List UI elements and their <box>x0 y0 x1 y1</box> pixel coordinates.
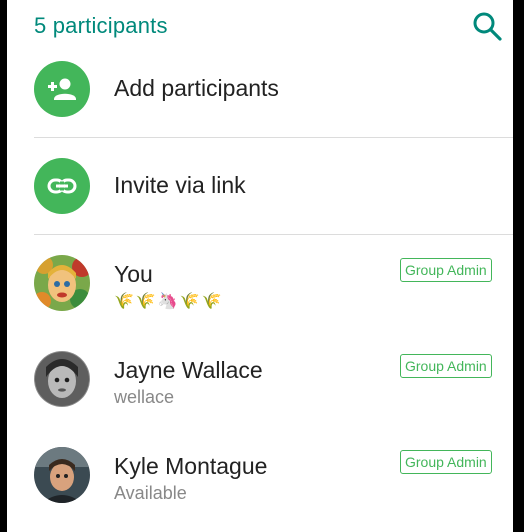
participant-name: Jayne Wallace <box>114 357 263 383</box>
search-icon <box>473 12 502 41</box>
invite-link-label: Invite via link <box>114 172 246 198</box>
divider <box>34 137 513 138</box>
participant-row-kyle-montague[interactable]: Kyle Montague Available Group Admin <box>7 447 513 532</box>
status-emoji: 🌾 <box>201 293 222 310</box>
add-person-icon <box>48 78 76 100</box>
group-admin-badge: Group Admin <box>400 354 492 378</box>
participants-header: 5 participants <box>7 0 513 52</box>
add-participants-button[interactable] <box>34 61 90 117</box>
participant-row-jayne-wallace[interactable]: Jayne Wallace wellace Group Admin <box>7 351 513 447</box>
invite-link-button[interactable] <box>34 158 90 214</box>
add-participants-row[interactable]: Add participants <box>7 61 513 157</box>
add-participants-label: Add participants <box>114 75 279 101</box>
group-admin-badge: Group Admin <box>400 258 492 282</box>
participants-count: 5 participants <box>34 13 168 38</box>
avatar <box>34 447 90 503</box>
participant-status: wellace <box>114 387 175 407</box>
participant-row-you[interactable]: You 🌾 🌾 🦄 🌾 🌾 Group Admin <box>7 255 513 351</box>
status-emoji: 🌾 <box>179 293 200 310</box>
participant-name: Kyle Montague <box>114 453 268 479</box>
participants-panel: 5 participants Add participants Invite v… <box>7 0 513 532</box>
avatar <box>34 255 90 311</box>
status-emoji: 🌾 <box>135 293 156 310</box>
search-button[interactable] <box>469 8 505 44</box>
participant-status-emoji: 🌾 🌾 🦄 🌾 🌾 <box>114 293 222 311</box>
invite-link-row[interactable]: Invite via link <box>7 158 513 254</box>
participant-name: You <box>114 261 153 287</box>
link-icon <box>47 178 77 194</box>
divider <box>34 234 513 235</box>
participant-status: Available <box>114 483 187 503</box>
status-emoji: 🌾 <box>114 293 134 310</box>
group-admin-badge: Group Admin <box>400 450 492 474</box>
avatar <box>34 351 90 407</box>
status-emoji: 🦄 <box>157 293 178 310</box>
